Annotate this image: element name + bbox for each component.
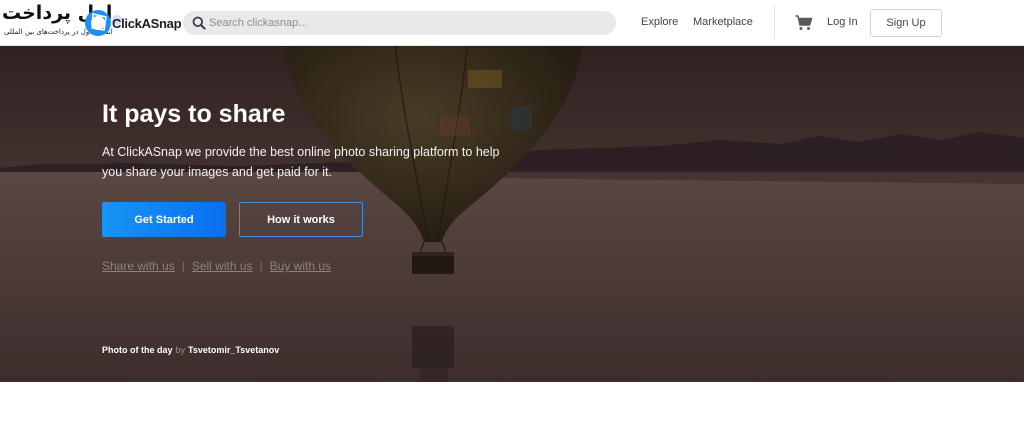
share-with-us-link[interactable]: Share with us (102, 259, 175, 273)
buy-with-us-link[interactable]: Buy with us (270, 259, 331, 273)
search-input[interactable] (209, 11, 609, 35)
nav-explore[interactable]: Explore (641, 16, 678, 28)
login-link[interactable]: Log In (827, 16, 858, 28)
signup-button[interactable]: Sign Up (870, 9, 942, 37)
nav-marketplace[interactable]: Marketplace (693, 16, 753, 28)
hero-title: It pays to share (102, 100, 286, 128)
hero-description: At ClickASnap we provide the best online… (102, 145, 500, 179)
nav-divider (774, 6, 775, 39)
by-label: by (175, 345, 186, 355)
top-navbar: اول پرداخت انتخاب اول در پرداخت‌های بین … (0, 0, 1024, 46)
shopping-cart-icon (795, 15, 813, 30)
cart-button[interactable] (795, 15, 813, 36)
brand-name: ClickASnap (112, 16, 182, 31)
hero-links: Share with us | Sell with us | Buy with us (102, 259, 331, 273)
hero-section: It pays to share At ClickASnap we provid… (0, 46, 1024, 382)
link-separator: | (259, 259, 263, 273)
link-separator: | (181, 259, 185, 273)
how-it-works-button[interactable]: How it works (239, 202, 363, 237)
photo-of-the-day-label: Photo of the day (102, 345, 173, 355)
search-bar[interactable] (183, 11, 616, 35)
photo-of-the-day-credit: Photo of the day by Tsvetomir_Tsvetanov (102, 345, 279, 355)
get-started-button[interactable]: Get Started (102, 202, 226, 237)
brand-logo[interactable]: ClickASnap (84, 8, 182, 38)
sell-with-us-link[interactable]: Sell with us (192, 259, 253, 273)
search-icon (192, 16, 206, 30)
photographer-link[interactable]: Tsvetomir_Tsvetanov (188, 345, 279, 355)
